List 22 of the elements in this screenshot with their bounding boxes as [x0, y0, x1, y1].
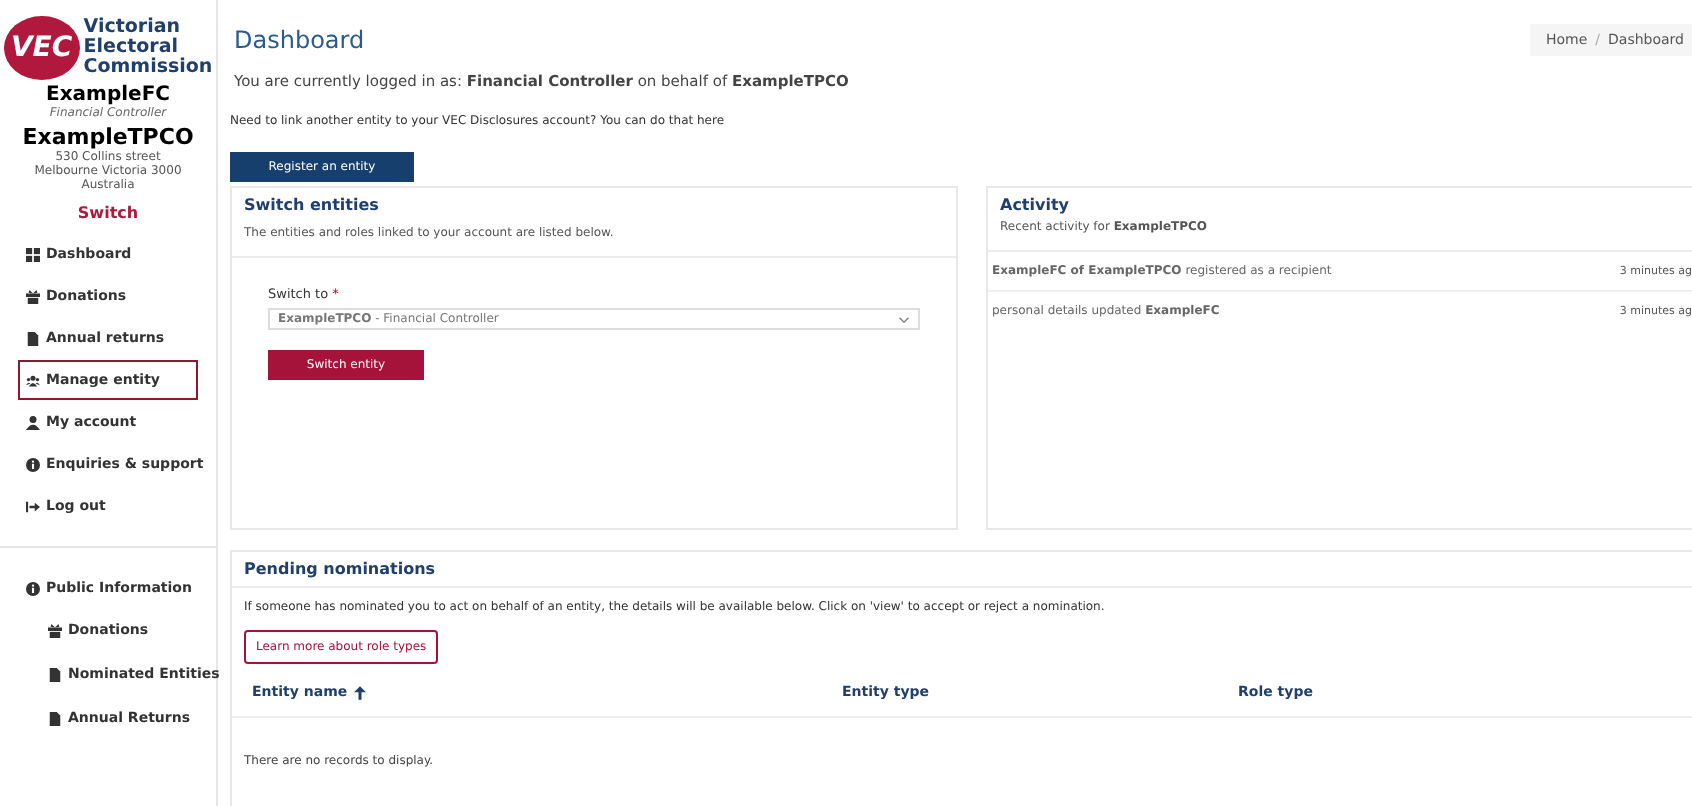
grid-icon — [26, 247, 40, 261]
card-title: Switch entities — [244, 196, 381, 214]
user-name: ExampleFC — [44, 84, 172, 106]
document-icon — [48, 711, 62, 725]
user-icon — [26, 415, 40, 429]
document-icon — [48, 667, 62, 681]
gift-icon — [26, 289, 40, 303]
info-icon — [26, 457, 40, 471]
arrow-up-icon — [353, 685, 366, 699]
entity-name: ExampleTPCO — [20, 124, 196, 150]
card-title: Pending nominations — [244, 560, 438, 578]
logo-wordmark: Victorian Electoral Commission — [83, 18, 213, 78]
logo-badge: VEC — [3, 16, 80, 80]
document-icon — [26, 331, 40, 345]
page-title: Dashboard — [234, 26, 365, 54]
logout-icon — [26, 499, 40, 513]
users-icon — [26, 373, 40, 387]
gift-icon — [48, 623, 62, 637]
info-icon — [26, 581, 40, 595]
chevron-down-icon — [898, 315, 910, 323]
card-title: Activity — [1000, 196, 1071, 214]
switch-link[interactable]: Switch — [77, 204, 139, 222]
